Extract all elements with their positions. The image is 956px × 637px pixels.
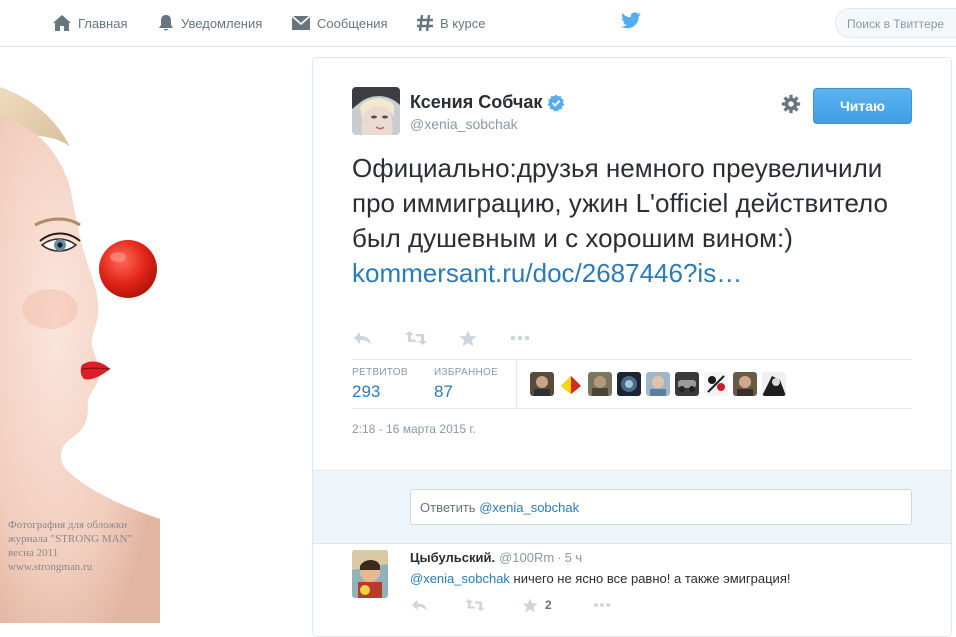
nav-discover[interactable]: В курсе bbox=[416, 0, 485, 46]
favorite-star-icon[interactable] bbox=[459, 330, 477, 347]
more-options-icon[interactable] bbox=[510, 330, 530, 346]
nav-home[interactable]: Главная bbox=[52, 0, 127, 46]
retweets-label: РЕТВИТОВ bbox=[352, 367, 408, 378]
favoriter-avatar[interactable] bbox=[675, 372, 699, 396]
tweet-text: Официально:друзья немного преувеличили п… bbox=[352, 151, 912, 291]
more-options-icon[interactable] bbox=[593, 598, 611, 612]
reply-time[interactable]: 5 ч bbox=[565, 550, 583, 565]
photo-caption: Фотография для обложки журнала "STRONG M… bbox=[8, 518, 208, 574]
photo-caption-line: весна 2011 bbox=[8, 547, 59, 559]
reply-mention-link[interactable]: @xenia_sobchak bbox=[410, 571, 510, 586]
profile-background-photo: Фотография для обложки журнала "STRONG M… bbox=[0, 47, 300, 623]
nav-messages-label: Сообщения bbox=[317, 15, 388, 31]
reply-area: Ответить @xenia_sobchak bbox=[313, 470, 951, 544]
reply-placeholder-mention: @xenia_sobchak bbox=[479, 500, 580, 515]
favoriter-avatar[interactable] bbox=[646, 372, 670, 396]
favoriter-avatar[interactable] bbox=[762, 372, 786, 396]
tweet-permalink-card: Ксения Собчак @xenia_sobchak Читаю Офици… bbox=[312, 57, 952, 637]
favoriter-avatar[interactable] bbox=[704, 372, 728, 396]
favoriter-avatar[interactable] bbox=[588, 372, 612, 396]
retweets-stat[interactable]: РЕТВИТОВ 293 bbox=[352, 367, 408, 402]
tweet-timestamp[interactable]: 2:18 - 16 марта 2015 г. bbox=[352, 422, 476, 436]
photo-caption-line: журнала "STRONG MAN" bbox=[8, 533, 132, 545]
reply-body: ничего не ясно все равно! а также эмигра… bbox=[509, 571, 791, 586]
reply-author-name[interactable]: Цыбульский. bbox=[410, 550, 495, 565]
favorites-stat[interactable]: ИЗБРАННОЕ 87 bbox=[434, 367, 498, 402]
retweet-icon[interactable] bbox=[465, 598, 485, 612]
nav-home-label: Главная bbox=[78, 15, 128, 31]
author-name-text: Ксения Собчак bbox=[410, 92, 543, 112]
author-avatar[interactable] bbox=[352, 87, 400, 135]
home-icon bbox=[53, 15, 71, 31]
stats-divider bbox=[516, 360, 517, 408]
search-input[interactable]: Поиск в Твиттере bbox=[835, 8, 956, 38]
favoriter-avatar[interactable] bbox=[733, 372, 757, 396]
twitter-bird-icon[interactable] bbox=[620, 12, 642, 30]
reply-icon[interactable] bbox=[353, 330, 373, 346]
tweet-link[interactable]: kommersant.ru/doc/2687446?is… bbox=[352, 258, 742, 288]
nav-messages[interactable]: Сообщения bbox=[291, 0, 388, 46]
favorite-star-icon[interactable] bbox=[522, 598, 538, 613]
reply-favorite-count: 2 bbox=[545, 598, 552, 612]
tweet-body: Официально:друзья немного преувеличили п… bbox=[352, 153, 888, 253]
reply-input[interactable]: Ответить @xenia_sobchak bbox=[410, 489, 912, 525]
author-handle[interactable]: @xenia_sobchak bbox=[410, 116, 518, 132]
favoriter-avatar[interactable] bbox=[617, 372, 641, 396]
author-avatar-image bbox=[352, 87, 400, 135]
bell-icon bbox=[159, 15, 173, 31]
verified-badge-icon bbox=[548, 94, 565, 112]
retweets-count[interactable]: 293 bbox=[352, 382, 408, 402]
tweet-stats: РЕТВИТОВ 293 ИЗБРАННОЕ 87 bbox=[352, 359, 912, 409]
retweet-icon[interactable] bbox=[405, 330, 427, 346]
hashtag-icon bbox=[417, 14, 433, 32]
photo-caption-line: Фотография для обложки bbox=[8, 519, 128, 531]
author-name[interactable]: Ксения Собчак bbox=[410, 92, 565, 113]
reply-text: @xenia_sobchak ничего не ясно все равно!… bbox=[410, 571, 790, 586]
gear-icon[interactable] bbox=[781, 94, 801, 114]
reply-header: Цыбульский. @100Rm · 5 ч bbox=[410, 550, 582, 565]
favorites-count[interactable]: 87 bbox=[434, 382, 498, 402]
reply-author-handle[interactable]: @100Rm bbox=[499, 550, 554, 565]
photo-caption-line: www.strongman.ru bbox=[8, 561, 93, 573]
following-button[interactable]: Читаю bbox=[813, 88, 912, 124]
nav-notifications-label: Уведомления bbox=[181, 15, 263, 31]
top-navigation-bar: Главная Уведомления Сообщения В курсе По… bbox=[0, 0, 956, 47]
favoriter-avatar[interactable] bbox=[530, 372, 554, 396]
reply-placeholder-prefix: Ответить bbox=[420, 500, 480, 515]
envelope-icon bbox=[291, 15, 311, 30]
reply-author-avatar[interactable] bbox=[352, 550, 388, 598]
nav-discover-label: В курсе bbox=[440, 15, 486, 31]
favoriter-avatar[interactable] bbox=[559, 372, 583, 396]
nav-notifications[interactable]: Уведомления bbox=[157, 0, 262, 46]
favorites-label: ИЗБРАННОЕ bbox=[434, 367, 499, 378]
reply-icon[interactable] bbox=[411, 598, 429, 612]
reply-author-avatar-image bbox=[352, 550, 388, 598]
separator-dot: · bbox=[557, 550, 562, 565]
